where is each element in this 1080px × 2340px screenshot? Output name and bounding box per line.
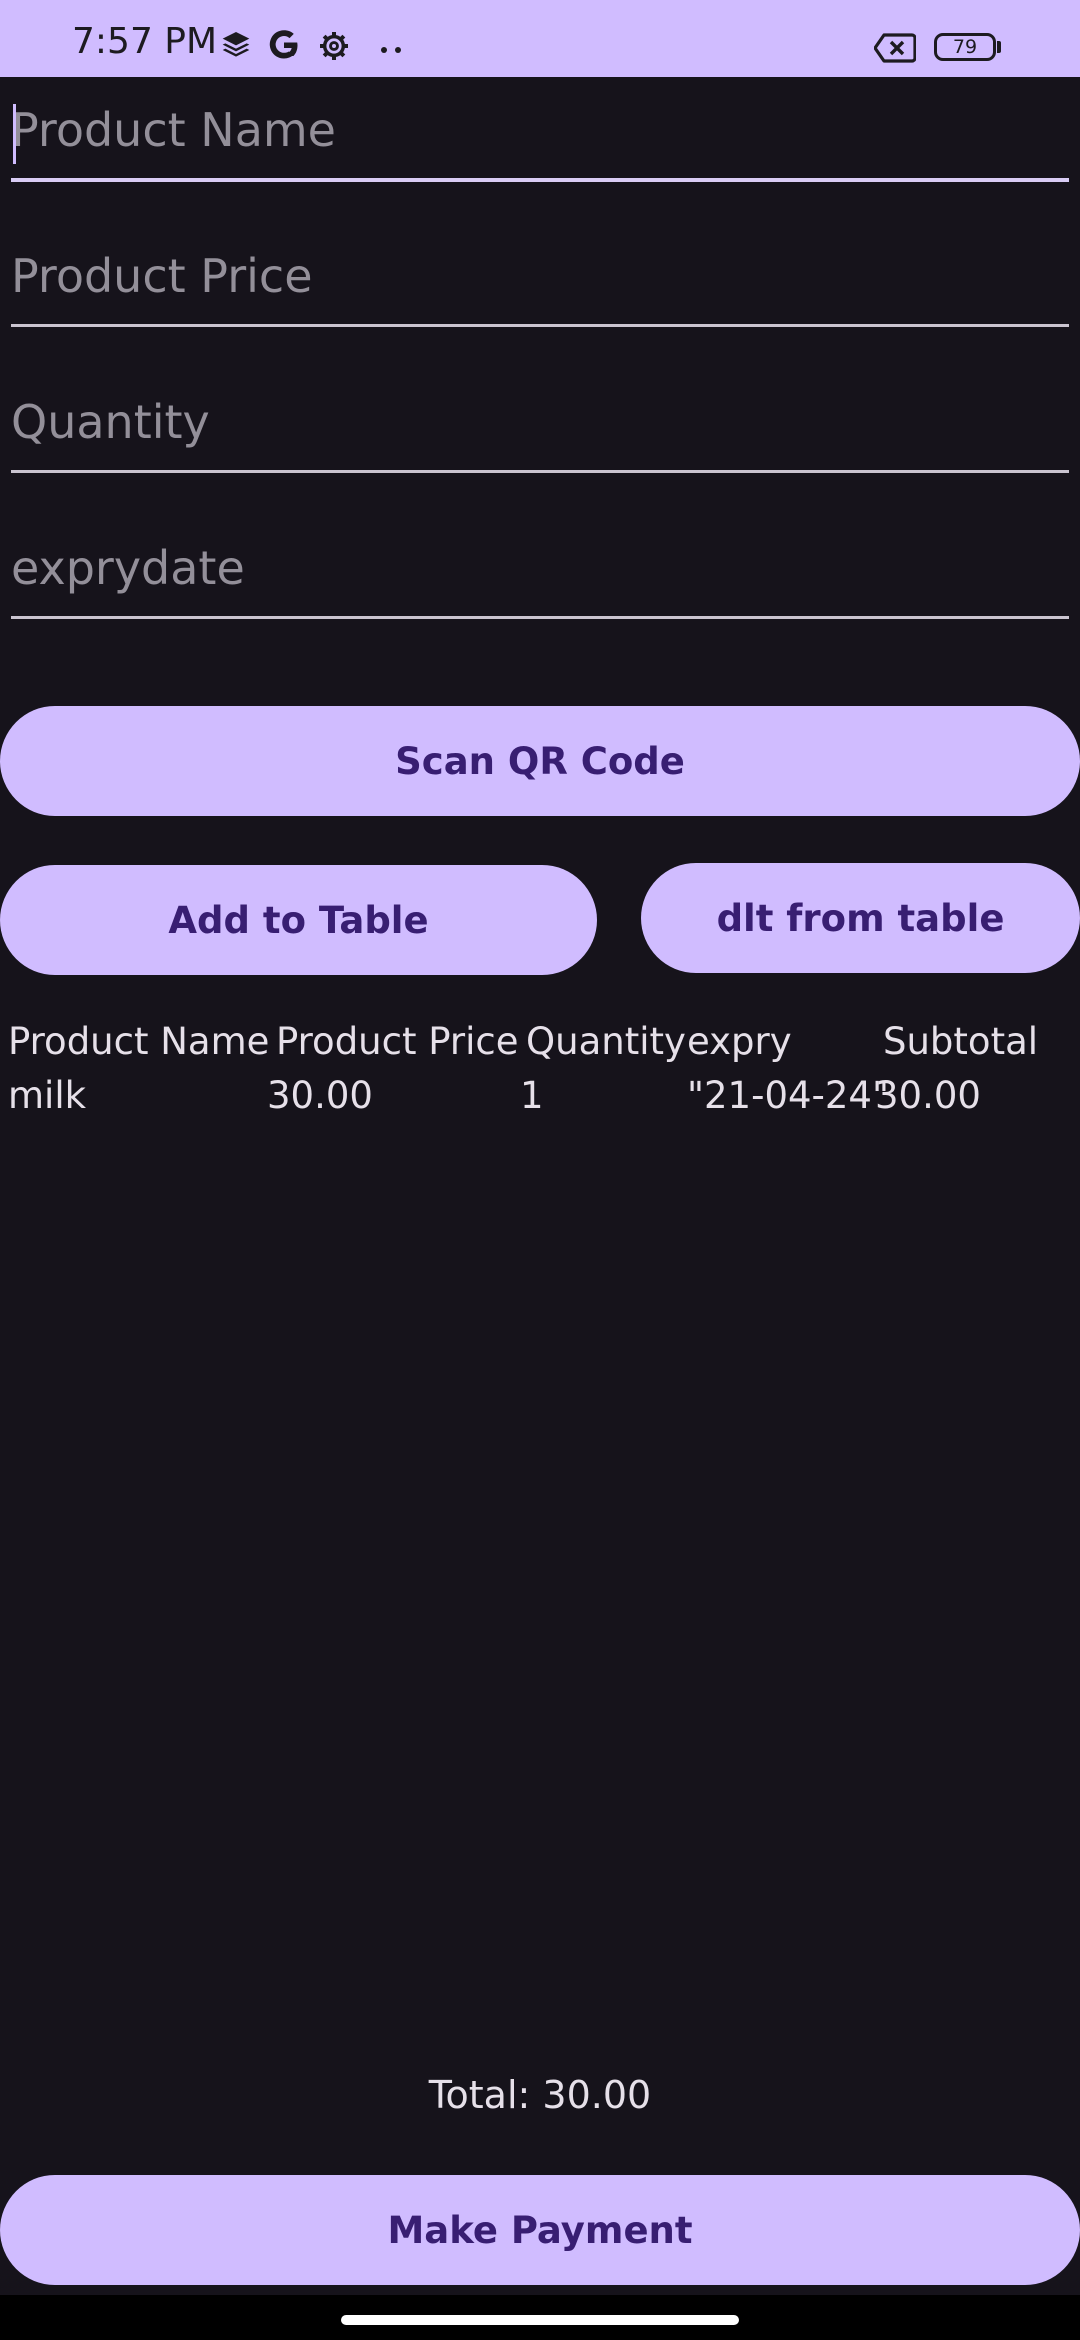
no-sim-icon [873,33,917,63]
table-row[interactable]: milk 30.00 1 "21-04-24" 30.00 [8,1069,1072,1123]
cell-subtotal: 30.00 [875,1074,981,1117]
settings-icon [318,30,350,62]
cell-quantity: 1 [520,1074,544,1117]
header-expiry: expry [687,1020,792,1063]
status-time: 7:57 PM [72,21,218,62]
more-dots-icon [378,40,404,53]
header-product-name: Product Name [8,1020,270,1063]
product-price-input[interactable] [11,227,1069,327]
delete-from-table-button[interactable]: dlt from table [641,863,1080,973]
product-table: Product Name Product Price Quantity expr… [8,1015,1072,1123]
product-price-field[interactable] [11,227,1069,327]
text-cursor [13,104,16,164]
battery-tip [997,41,1001,53]
cell-expiry: "21-04-24" [687,1074,889,1117]
product-name-input[interactable] [11,82,1069,182]
cell-product-price: 30.00 [267,1074,373,1117]
quantity-input[interactable] [11,373,1069,473]
quantity-field[interactable] [11,373,1069,473]
header-quantity: Quantity [526,1020,686,1063]
status-bar: 7:57 PM 79 [0,0,1080,77]
expiry-date-field[interactable] [11,519,1069,619]
table-header-row: Product Name Product Price Quantity expr… [8,1015,1072,1069]
scan-qr-button[interactable]: Scan QR Code [0,706,1080,816]
google-icon [266,27,302,63]
battery-icon: 79 [934,33,996,61]
home-gesture-handle[interactable] [341,2315,739,2325]
cell-product-name: milk [8,1074,87,1117]
header-product-price: Product Price [276,1020,519,1063]
add-to-table-button[interactable]: Add to Table [0,865,597,975]
layers-icon [220,28,252,60]
total-label: Total: 30.00 [428,2073,652,2117]
header-subtotal: Subtotal [883,1020,1039,1063]
expiry-date-input[interactable] [11,519,1069,619]
product-name-field[interactable] [11,82,1069,182]
make-payment-button[interactable]: Make Payment [0,2175,1080,2285]
